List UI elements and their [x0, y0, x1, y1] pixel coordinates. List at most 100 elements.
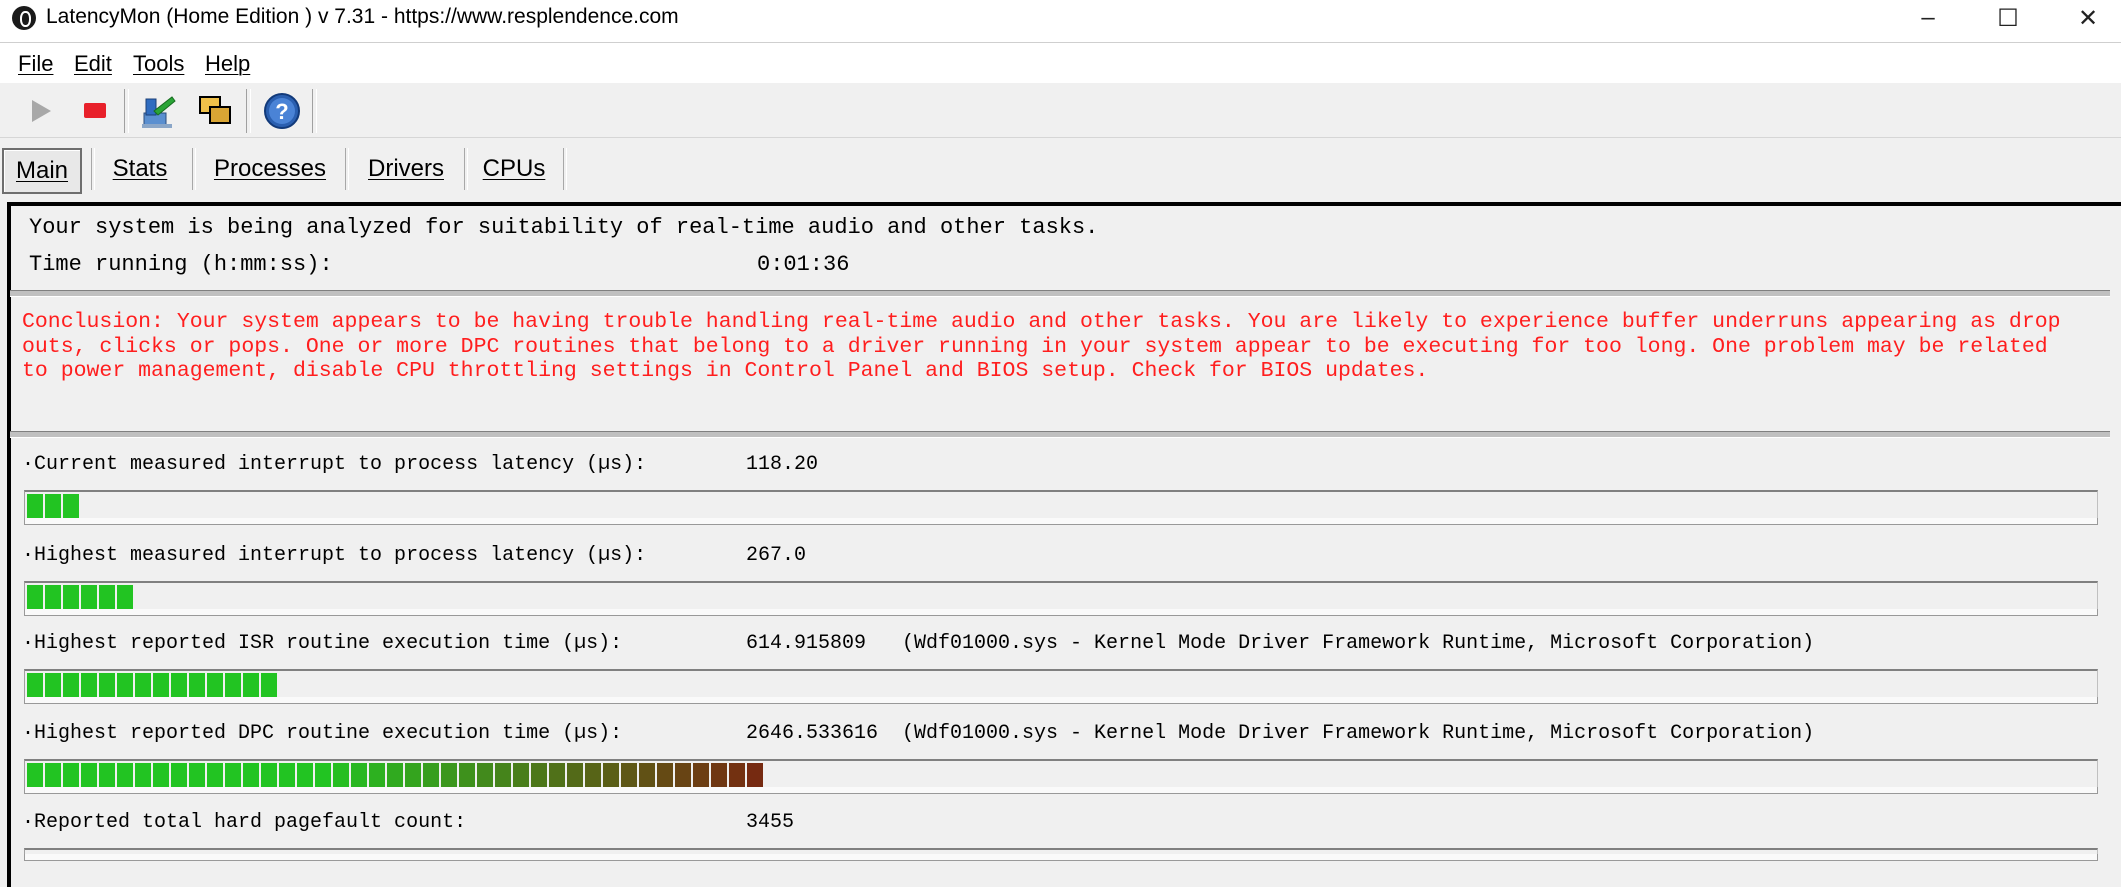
bar-segment: [45, 673, 61, 697]
maximize-button[interactable]: ☐: [1978, 0, 2038, 36]
bar-segment: [549, 763, 565, 787]
bar-segment: [27, 494, 43, 518]
bar-segment: [369, 763, 385, 787]
tab-drivers[interactable]: Drivers: [354, 148, 458, 190]
tab-separator: [345, 148, 349, 190]
bar-segment: [63, 494, 79, 518]
bar-segment: [99, 763, 115, 787]
bar-segment: [45, 585, 61, 609]
metric-label: ·Highest measured interrupt to process l…: [22, 544, 647, 567]
bar-segment: [639, 763, 655, 787]
bar-segment: [315, 763, 331, 787]
metric-label: ·Current measured interrupt to process l…: [22, 453, 647, 476]
bar-segment: [117, 585, 133, 609]
latency-bar: [24, 581, 2098, 616]
metric-value: 614.915809 (Wdf01000.sys - Kernel Mode D…: [746, 632, 1815, 655]
menu-tools[interactable]: Tools: [133, 51, 184, 77]
tab-separator: [563, 148, 567, 190]
bar-segment: [459, 763, 475, 787]
bar-segment: [27, 673, 43, 697]
conclusion-text: Conclusion: Your system appears to be ha…: [22, 310, 2061, 383]
close-button[interactable]: ✕: [2058, 0, 2118, 36]
tab-separator: [192, 148, 196, 190]
time-running-label: Time running (h:mm:ss):: [29, 252, 333, 277]
bar-segment: [585, 763, 601, 787]
bar-segment: [189, 673, 205, 697]
windows-icon[interactable]: [196, 91, 236, 131]
metric-label: ·Highest reported ISR routine execution …: [22, 632, 623, 655]
bar-segment: [621, 763, 637, 787]
bar-segment: [171, 763, 187, 787]
bar-segment: [333, 763, 349, 787]
bar-segment: [45, 763, 61, 787]
bar-segment: [153, 763, 169, 787]
bar-segment: [675, 763, 691, 787]
toolbar: ?: [0, 83, 2121, 138]
metric-value: 267.0: [746, 544, 807, 567]
window-title: LatencyMon (Home Edition ) v 7.31 - http…: [46, 5, 679, 28]
bar-segment: [243, 673, 259, 697]
bar-segment: [225, 673, 241, 697]
tab-separator: [91, 148, 95, 190]
bar-segment: [135, 673, 151, 697]
bar-segment: [477, 763, 493, 787]
title-bar: LatencyMon (Home Edition ) v 7.31 - http…: [0, 0, 2121, 42]
bar-segment: [279, 763, 295, 787]
section-divider: [10, 431, 2110, 438]
bar-segment: [261, 673, 277, 697]
bar-segment: [99, 673, 115, 697]
bar-segment: [657, 763, 673, 787]
bar-segment: [603, 763, 619, 787]
bar-segment: [513, 763, 529, 787]
bar-segment: [423, 763, 439, 787]
app-icon: [12, 6, 36, 30]
bar-segment: [207, 673, 223, 697]
bar-segment: [207, 763, 223, 787]
toolbar-separator: [312, 89, 317, 133]
bar-segment: [135, 763, 151, 787]
bar-segment: [99, 585, 115, 609]
menu-file[interactable]: File: [18, 51, 53, 77]
latency-bar: [24, 848, 2098, 861]
section-divider: [10, 290, 2110, 297]
tab-separator: [464, 148, 468, 190]
latency-bar: [24, 759, 2098, 794]
bar-segment: [81, 763, 97, 787]
bar-segment: [63, 673, 79, 697]
time-running-value: 0:01:36: [757, 252, 850, 277]
bar-segment: [63, 585, 79, 609]
metric-label: ·Reported total hard pagefault count:: [22, 811, 467, 834]
tab-stats[interactable]: Stats: [100, 148, 180, 190]
bar-segment: [729, 763, 745, 787]
menu-edit[interactable]: Edit: [74, 51, 112, 77]
bar-segment: [243, 763, 259, 787]
report-icon[interactable]: [138, 91, 178, 131]
help-icon[interactable]: ?: [262, 91, 302, 131]
bar-segment: [351, 763, 367, 787]
metric-label: ·Highest reported DPC routine execution …: [22, 722, 623, 745]
bar-segment: [387, 763, 403, 787]
bar-segment: [531, 763, 547, 787]
bar-segment: [117, 673, 133, 697]
menu-bar: File Edit Tools Help: [0, 42, 2121, 84]
bar-segment: [405, 763, 421, 787]
metric-value: 3455: [746, 811, 795, 834]
tab-main[interactable]: Main: [2, 148, 82, 194]
minimize-button[interactable]: –: [1898, 0, 1958, 36]
bar-segment: [171, 673, 187, 697]
bar-segment: [495, 763, 511, 787]
latency-bar: [24, 490, 2098, 525]
toolbar-separator: [124, 89, 129, 133]
tab-processes[interactable]: Processes: [202, 148, 338, 190]
status-line: Your system is being analyzed for suitab…: [29, 215, 1099, 240]
stop-icon[interactable]: [76, 91, 116, 131]
bar-segment: [747, 763, 763, 787]
bar-segment: [117, 763, 133, 787]
bar-segment: [27, 763, 43, 787]
play-icon[interactable]: [22, 91, 62, 131]
bar-segment: [153, 673, 169, 697]
metric-value: 118.20: [746, 453, 819, 476]
menu-help[interactable]: Help: [205, 51, 250, 77]
tab-cpus[interactable]: CPUs: [474, 148, 554, 190]
tab-bar: Main Stats Processes Drivers CPUs: [0, 138, 2121, 198]
